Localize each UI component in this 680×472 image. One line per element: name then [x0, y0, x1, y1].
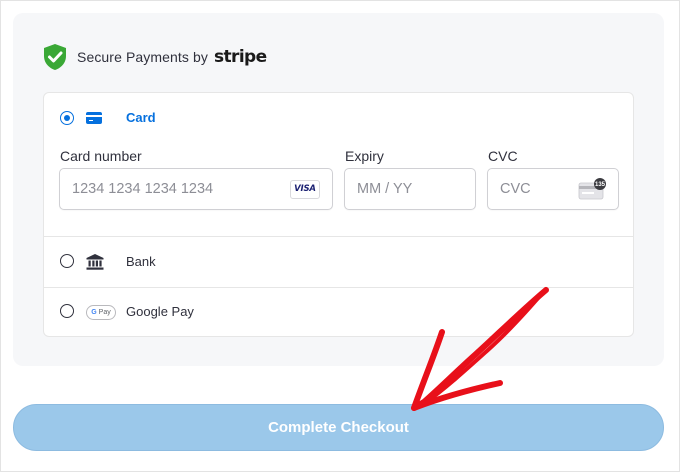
card-number-field[interactable]: VISA: [59, 168, 333, 210]
secure-payments-header: Secure Payments by stripe: [42, 42, 267, 72]
payment-methods-box: Card Card number VISA Expiry CVC 135: [43, 92, 634, 337]
google-pay-icon: G Pay: [86, 305, 116, 320]
cvc-label: CVC: [488, 148, 518, 164]
cvc-card-icon: 135: [578, 178, 606, 200]
cvc-field[interactable]: 135: [487, 168, 619, 210]
cvc-input[interactable]: [500, 169, 575, 209]
google-pay-badge-text: Pay: [98, 309, 111, 316]
secure-payments-text: Secure Payments by: [77, 49, 208, 65]
google-pay-g: G: [91, 309, 97, 316]
card-number-label: Card number: [60, 148, 142, 164]
bank-radio[interactable]: [60, 254, 74, 268]
payment-option-google-pay[interactable]: G Pay Google Pay: [44, 288, 633, 336]
cvc-badge-number: 135: [595, 182, 606, 188]
payment-option-card[interactable]: Card: [44, 93, 633, 143]
card-icon: [86, 112, 102, 124]
google-pay-label: Google Pay: [126, 304, 194, 319]
google-pay-radio[interactable]: [60, 304, 74, 318]
visa-icon: VISA: [290, 180, 320, 199]
card-radio[interactable]: [60, 111, 74, 125]
expiry-field[interactable]: [344, 168, 476, 210]
expiry-input[interactable]: [357, 169, 467, 209]
payment-option-bank[interactable]: Bank: [44, 237, 633, 287]
card-label: Card: [126, 110, 156, 125]
complete-checkout-button[interactable]: Complete Checkout: [13, 404, 664, 451]
shield-check-icon: [44, 44, 66, 70]
bank-label: Bank: [126, 254, 156, 269]
stripe-logo: stripe: [213, 47, 267, 67]
card-number-input[interactable]: [72, 169, 282, 209]
expiry-label: Expiry: [345, 148, 384, 164]
bank-icon: [86, 254, 104, 270]
